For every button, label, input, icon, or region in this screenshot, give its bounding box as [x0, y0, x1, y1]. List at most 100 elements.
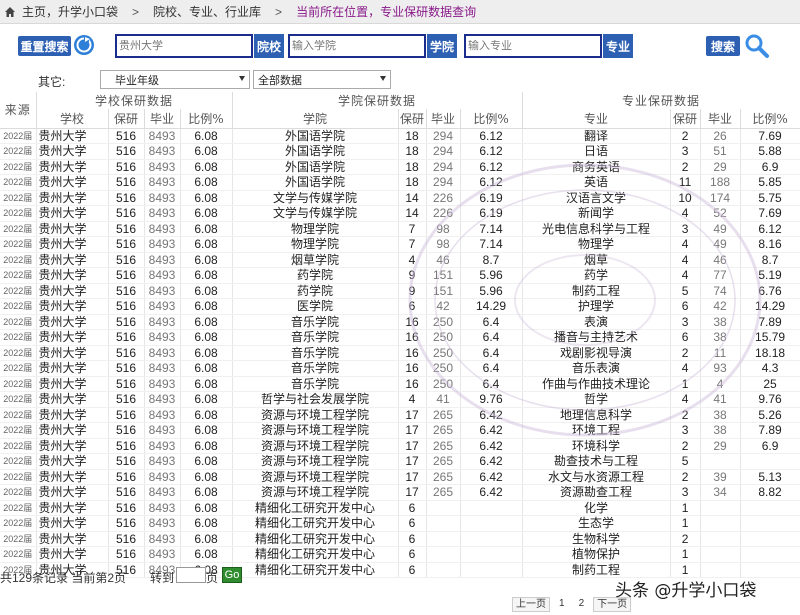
cell-college-ratio: 6.4 — [460, 376, 523, 392]
data-scope-select[interactable]: 全部数据 — [253, 70, 391, 89]
cell-major-recommended: 5 — [670, 283, 701, 299]
cell-college-graduates: 294 — [426, 159, 461, 175]
cell-school-graduates: 8493 — [144, 283, 181, 299]
cell-school-recommended: 516 — [108, 345, 145, 361]
graduation-year-select[interactable]: 毕业年级 — [100, 70, 250, 89]
school-field[interactable] — [115, 34, 253, 58]
cell-school: 贵州大学 — [36, 500, 109, 516]
cell-college-graduates: 46 — [426, 252, 461, 268]
cell-major-graduates: 26 — [700, 128, 741, 144]
cell-major-recommended: 3 — [670, 422, 701, 439]
cell-major-recommended: 2 — [670, 407, 701, 423]
page-link-2[interactable]: 2 — [574, 597, 590, 612]
cell-college-ratio: 5.96 — [460, 283, 523, 299]
college-search-button[interactable]: 学院 — [427, 34, 457, 58]
cell-major-graduates: 29 — [700, 438, 741, 454]
header-school-graduates: 毕业 — [144, 109, 181, 129]
major-field[interactable] — [464, 34, 602, 58]
cell-source: 2022届 — [0, 190, 37, 206]
header-college-recommended: 保研 — [398, 109, 427, 129]
cell-college-ratio: 6.42 — [460, 469, 523, 485]
cell-source: 2022届 — [0, 143, 37, 160]
cell-college-recommended: 9 — [398, 283, 427, 299]
cell-school: 贵州大学 — [36, 438, 109, 454]
cell-major: 勘查技术与工程 — [522, 453, 671, 470]
cell-major-ratio: 7.69 — [740, 205, 800, 222]
cell-major-recommended: 2 — [670, 159, 701, 175]
school-input[interactable] — [119, 40, 251, 52]
cell-source: 2022届 — [0, 531, 37, 547]
table-row: 2022届 贵州大学 516 8493 6.08 精细化工研究开发中心 6 化学 1 — [0, 500, 800, 516]
cell-school: 贵州大学 — [36, 360, 109, 377]
cell-college-ratio: 6.42 — [460, 484, 523, 501]
major-search-button[interactable]: 专业 — [603, 34, 633, 58]
cell-major-ratio: 8.7 — [740, 252, 800, 268]
search-button[interactable]: 搜索 — [706, 36, 740, 56]
major-input[interactable] — [468, 40, 600, 52]
breadcrumb-item-home[interactable]: 主页，升学小口袋 — [22, 3, 118, 20]
cell-school-graduates: 8493 — [144, 236, 181, 253]
page-number-input[interactable] — [176, 567, 206, 583]
school-search-button[interactable]: 院校 — [254, 34, 284, 58]
cell-major-recommended: 4 — [670, 205, 701, 222]
cell-major-ratio — [740, 500, 800, 516]
college-input[interactable] — [292, 40, 424, 52]
cell-major-ratio — [740, 515, 800, 532]
cell-school-recommended: 516 — [108, 546, 145, 563]
header-major-ratio: 比例% — [740, 109, 800, 129]
cell-school: 贵州大学 — [36, 205, 109, 222]
cell-school-ratio: 6.08 — [180, 345, 233, 361]
go-button[interactable]: Go — [222, 567, 242, 583]
reset-search-button[interactable]: 重置搜索 — [18, 36, 71, 56]
breadcrumb-item-library[interactable]: 院校、专业、行业库 — [153, 3, 261, 20]
prev-page-button[interactable]: 上一页 — [512, 597, 550, 612]
cell-school-ratio: 6.08 — [180, 190, 233, 206]
cell-school-recommended: 516 — [108, 391, 145, 408]
table-row: 2022届 贵州大学 516 8493 6.08 物理学院 7 98 7.14 物理学 4 49 8.1… — [0, 236, 800, 253]
cell-college-ratio: 6.42 — [460, 453, 523, 470]
cell-college-ratio: 6.4 — [460, 345, 523, 361]
cell-college-ratio: 6.19 — [460, 205, 523, 222]
cell-college-graduates: 250 — [426, 345, 461, 361]
cell-major: 商务英语 — [522, 159, 671, 175]
refresh-icon[interactable] — [73, 34, 95, 56]
page-link-1[interactable]: 1 — [554, 597, 570, 612]
cell-major-graduates: 38 — [700, 314, 741, 330]
cell-school-recommended: 516 — [108, 438, 145, 454]
cell-major: 植物保护 — [522, 546, 671, 563]
cell-school-ratio: 6.08 — [180, 329, 233, 346]
cell-college: 音乐学院 — [232, 345, 399, 361]
cell-major-graduates: 11 — [700, 345, 741, 361]
cell-major-graduates — [700, 453, 741, 470]
cell-school-ratio: 6.08 — [180, 252, 233, 268]
cell-school-graduates: 8493 — [144, 174, 181, 191]
cell-school: 贵州大学 — [36, 422, 109, 439]
cell-major: 烟草 — [522, 252, 671, 268]
cell-school: 贵州大学 — [36, 252, 109, 268]
cell-college: 资源与环境工程学院 — [232, 438, 399, 454]
cell-major-recommended: 2 — [670, 531, 701, 547]
cell-college-ratio: 6.12 — [460, 174, 523, 191]
college-field[interactable] — [288, 34, 426, 58]
cell-school: 贵州大学 — [36, 484, 109, 501]
cell-school-recommended: 516 — [108, 283, 145, 299]
table-row: 2022届 贵州大学 516 8493 6.08 外国语学院 18 294 6.12 英语 11 18… — [0, 174, 800, 191]
cell-school: 贵州大学 — [36, 469, 109, 485]
cell-college: 资源与环境工程学院 — [232, 469, 399, 485]
cell-major-ratio: 6.12 — [740, 221, 800, 237]
cell-major-graduates: 38 — [700, 407, 741, 423]
magnifier-icon[interactable] — [744, 33, 770, 59]
cell-major-graduates: 188 — [700, 174, 741, 191]
cell-major-ratio: 14.29 — [740, 298, 800, 315]
cell-school-graduates: 8493 — [144, 546, 181, 563]
cell-major: 光电信息科学与工程 — [522, 221, 671, 237]
cell-school-graduates: 8493 — [144, 469, 181, 485]
cell-school-graduates: 8493 — [144, 360, 181, 377]
pagination: 上一页 1 2 下一页 — [512, 597, 632, 613]
home-icon[interactable] — [4, 6, 16, 18]
table-row: 2022届 贵州大学 516 8493 6.08 音乐学院 16 250 6.4 作曲与作曲技术理… — [0, 376, 800, 392]
cell-school-recommended: 516 — [108, 376, 145, 392]
cell-school-graduates: 8493 — [144, 531, 181, 547]
cell-school-ratio: 6.08 — [180, 159, 233, 175]
cell-college: 烟草学院 — [232, 252, 399, 268]
